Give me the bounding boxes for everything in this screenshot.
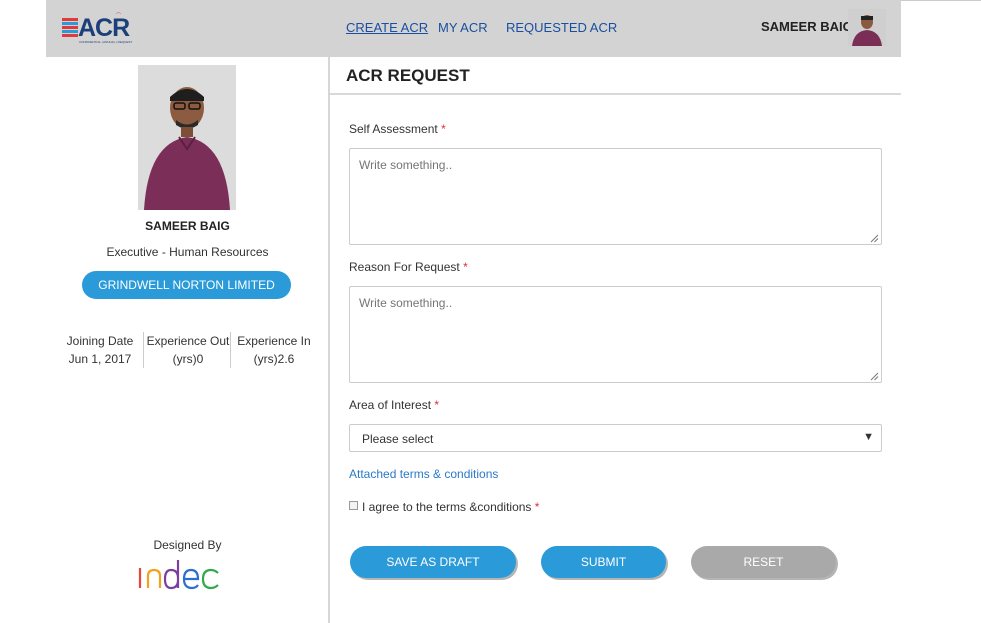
- submit-button[interactable]: SUBMIT: [541, 546, 666, 578]
- designed-by-label: Designed By: [153, 538, 222, 552]
- stat-label: Experience Out: [146, 334, 230, 348]
- save-draft-button[interactable]: SAVE AS DRAFT: [350, 546, 516, 578]
- reason-label: Reason For Request *: [349, 260, 468, 274]
- stat-joining-date: Joining Date Jun 1, 2017: [56, 332, 144, 368]
- indec-logo[interactable]: indec: [136, 556, 240, 592]
- reason-textarea[interactable]: [349, 286, 882, 383]
- area-of-interest-label: Area of Interest *: [349, 398, 439, 412]
- self-assessment-label: Self Assessment *: [349, 122, 446, 136]
- required-mark: *: [534, 500, 540, 514]
- stat-label: Joining Date: [66, 334, 134, 348]
- profile-person-icon: [138, 65, 236, 210]
- avatar-person-icon: [848, 9, 886, 46]
- field-label-text: Self Assessment: [349, 122, 438, 136]
- logo-mark-icon: [62, 18, 78, 38]
- nav-my-acr[interactable]: MY ACR: [438, 20, 488, 35]
- resize-grip-icon[interactable]: [870, 372, 879, 381]
- caret-down-icon: ▼: [863, 431, 874, 443]
- terms-link[interactable]: Attached terms & conditions: [349, 467, 498, 481]
- required-mark: *: [441, 122, 446, 136]
- stat-value: (yrs)0: [172, 352, 204, 366]
- select-value: Please select: [362, 432, 434, 446]
- agree-checkbox[interactable]: [349, 501, 358, 510]
- stat-experience-in: Experience In (yrs)2.6: [230, 332, 318, 368]
- acr-logo[interactable]: ⌒ ACR CONFIDENTIAL | ANNUAL | REQUEST: [62, 12, 142, 46]
- form-title: ACR REQUEST: [346, 66, 470, 85]
- stat-experience-out: Experience Out (yrs)0: [144, 332, 232, 368]
- logo-text: ACR: [78, 14, 130, 42]
- profile-panel: SAMEER BAIG Executive - Human Resources …: [46, 57, 329, 623]
- field-label-text: Reason For Request: [349, 260, 460, 274]
- stat-value: (yrs)2.6: [253, 352, 295, 366]
- resize-grip-icon[interactable]: [870, 234, 879, 243]
- stat-label: Experience In: [237, 334, 311, 348]
- indec-logo-text: indec: [188, 590, 191, 592]
- logo-tagline: CONFIDENTIAL | ANNUAL | REQUEST: [79, 40, 133, 44]
- company-badge[interactable]: GRINDWELL NORTON LIMITED: [82, 271, 291, 299]
- user-avatar[interactable]: [848, 9, 886, 46]
- top-border: [901, 0, 981, 1]
- acr-request-form: ACR REQUEST Self Assessment * Reason For…: [330, 57, 901, 623]
- page: ⌒ ACR CONFIDENTIAL | ANNUAL | REQUEST CR…: [0, 0, 981, 623]
- agree-label: I agree to the terms &conditions *: [362, 500, 539, 514]
- header-bar: ⌒ ACR CONFIDENTIAL | ANNUAL | REQUEST CR…: [46, 0, 901, 57]
- reset-button[interactable]: RESET: [691, 546, 836, 578]
- required-mark: *: [463, 260, 468, 274]
- self-assessment-textarea[interactable]: [349, 148, 882, 245]
- field-label-text: Area of Interest: [349, 398, 432, 412]
- area-of-interest-select[interactable]: Please select ▼: [349, 424, 882, 452]
- profile-photo: [138, 65, 236, 210]
- header-user-name[interactable]: SAMEER BAIG: [761, 19, 853, 34]
- profile-name: SAMEER BAIG: [145, 219, 230, 233]
- nav-requested-acr[interactable]: REQUESTED ACR: [506, 20, 617, 35]
- required-mark: *: [434, 398, 440, 412]
- title-divider: [330, 93, 901, 95]
- agree-label-text: I agree to the terms &conditions: [362, 500, 532, 514]
- nav-create-acr[interactable]: CREATE ACR: [346, 20, 428, 35]
- profile-designation: Executive - Human Resources: [106, 245, 269, 259]
- stat-value: Jun 1, 2017: [68, 352, 132, 366]
- profile-stats: Joining Date Jun 1, 2017 Experience Out …: [62, 332, 312, 368]
